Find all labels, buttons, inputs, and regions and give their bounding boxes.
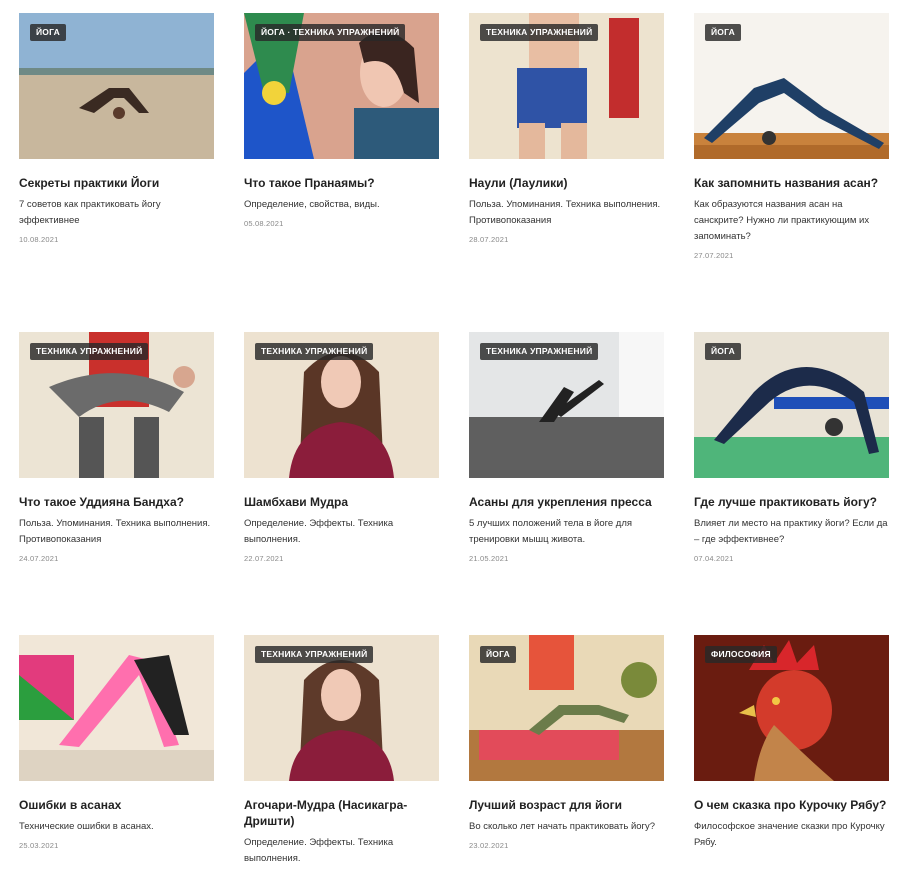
- article-card[interactable]: ЙОГА · ТЕХНИКА УПРАЖНЕНИЙ Что такое Пран…: [244, 13, 439, 228]
- article-card[interactable]: ФИЛОСОФИЯ О чем сказка про Курочку Рябу?…: [694, 635, 889, 857]
- article-description: Определение. Эффекты. Техника выполнения…: [244, 518, 394, 545]
- article-title[interactable]: Где лучше практиковать йогу?: [694, 494, 889, 510]
- article-date: 23.02.2021: [469, 841, 509, 850]
- article-title[interactable]: Что такое Уддияна Бандха?: [19, 494, 214, 510]
- category-badge[interactable]: ТЕХНИКА УПРАЖНЕНИЙ: [480, 24, 599, 41]
- article-date: 21.05.2021: [469, 554, 509, 563]
- article-image[interactable]: ТЕХНИКА УПРАЖНЕНИЙ: [244, 635, 439, 781]
- article-date: 27.07.2021: [694, 251, 734, 260]
- article-title[interactable]: Ошибки в асанах: [19, 797, 214, 813]
- article-card[interactable]: ЙОГА Где лучше практиковать йогу? Влияет…: [694, 332, 889, 563]
- article-date: 05.08.2021: [244, 219, 284, 228]
- article-description: Определение. Эффекты. Техника выполнения…: [244, 837, 394, 864]
- article-card[interactable]: Ошибки в асанах Технические ошибки в аса…: [19, 635, 214, 850]
- category-badge[interactable]: ЙОГА: [30, 24, 66, 41]
- category-badge[interactable]: ЙОГА · ТЕХНИКА УПРАЖНЕНИЙ: [255, 24, 406, 41]
- category-badge[interactable]: ТЕХНИКА УПРАЖНЕНИЙ: [480, 343, 599, 360]
- article-image[interactable]: ТЕХНИКА УПРАЖНЕНИЙ: [19, 332, 214, 478]
- article-title[interactable]: Агочари-Мудра (Насикагра-Дришти): [244, 797, 439, 829]
- article-image[interactable]: ЙОГА: [694, 332, 889, 478]
- article-image[interactable]: ТЕХНИКА УПРАЖНЕНИЙ: [244, 332, 439, 478]
- article-card[interactable]: ТЕХНИКА УПРАЖНЕНИЙ Агочари-Мудра (Насика…: [244, 635, 439, 873]
- articles-grid: ЙОГА Секреты практики Йоги 7 советов как…: [0, 0, 910, 864]
- article-description: Как образуются названия асан на санскрит…: [694, 199, 870, 242]
- article-title[interactable]: Секреты практики Йоги: [19, 175, 214, 191]
- article-card[interactable]: ЙОГА Секреты практики Йоги 7 советов как…: [19, 13, 214, 244]
- article-date: 28.07.2021: [469, 235, 509, 244]
- article-title[interactable]: Лучший возраст для йоги: [469, 797, 664, 813]
- article-description: 7 советов как практиковать йогу эффектив…: [19, 199, 161, 226]
- article-image[interactable]: ТЕХНИКА УПРАЖНЕНИЙ: [469, 332, 664, 478]
- article-card[interactable]: ЙОГА Как запомнить названия асан? Как об…: [694, 13, 889, 260]
- category-badge[interactable]: ЙОГА: [480, 646, 516, 663]
- category-badge[interactable]: ТЕХНИКА УПРАЖНЕНИЙ: [255, 646, 374, 663]
- article-image[interactable]: [19, 635, 214, 781]
- downward-dog-photo: [19, 635, 214, 781]
- article-description: Философское значение сказки про Курочку …: [694, 821, 885, 848]
- article-description: Определение, свойства, виды.: [244, 199, 380, 210]
- article-image[interactable]: ТЕХНИКА УПРАЖНЕНИЙ: [469, 13, 664, 159]
- article-card[interactable]: ЙОГА Лучший возраст для йоги Во сколько …: [469, 635, 664, 850]
- article-description: Во сколько лет начать практиковать йогу?: [469, 821, 656, 832]
- article-description: Технические ошибки в асанах.: [19, 821, 154, 832]
- category-badge[interactable]: ЙОГА: [705, 24, 741, 41]
- article-date: 25.03.2021: [19, 841, 59, 850]
- article-card[interactable]: ТЕХНИКА УПРАЖНЕНИЙ Асаны для укрепления …: [469, 332, 664, 563]
- article-title[interactable]: Как запомнить названия асан?: [694, 175, 889, 191]
- article-title[interactable]: Наули (Лаулики): [469, 175, 664, 191]
- article-title[interactable]: Шамбхави Мудра: [244, 494, 439, 510]
- article-card[interactable]: ТЕХНИКА УПРАЖНЕНИЙ Шамбхави Мудра Опреде…: [244, 332, 439, 563]
- article-title[interactable]: О чем сказка про Курочку Рябу?: [694, 797, 889, 813]
- category-badge[interactable]: ЙОГА: [705, 343, 741, 360]
- article-image[interactable]: ЙОГА: [469, 635, 664, 781]
- category-badge[interactable]: ФИЛОСОФИЯ: [705, 646, 777, 663]
- article-card[interactable]: ТЕХНИКА УПРАЖНЕНИЙ Наули (Лаулики) Польз…: [469, 13, 664, 244]
- article-image[interactable]: ЙОГА: [694, 13, 889, 159]
- article-description: 5 лучших положений тела в йоге для трени…: [469, 518, 633, 545]
- article-date: 07.04.2021: [694, 554, 734, 563]
- article-description: Польза. Упоминания. Техника выполнения. …: [19, 518, 211, 545]
- article-card[interactable]: ТЕХНИКА УПРАЖНЕНИЙ Что такое Уддияна Бан…: [19, 332, 214, 563]
- article-date: 10.08.2021: [19, 235, 59, 244]
- article-image[interactable]: ФИЛОСОФИЯ: [694, 635, 889, 781]
- article-date: 22.07.2021: [244, 554, 284, 563]
- article-title[interactable]: Что такое Пранаямы?: [244, 175, 439, 191]
- category-badge[interactable]: ТЕХНИКА УПРАЖНЕНИЙ: [30, 343, 149, 360]
- article-description: Влияет ли место на практику йоги? Если д…: [694, 518, 888, 545]
- category-badge[interactable]: ТЕХНИКА УПРАЖНЕНИЙ: [255, 343, 374, 360]
- article-image[interactable]: ЙОГА · ТЕХНИКА УПРАЖНЕНИЙ: [244, 13, 439, 159]
- article-title[interactable]: Асаны для укрепления пресса: [469, 494, 664, 510]
- article-date: 24.07.2021: [19, 554, 59, 563]
- article-image[interactable]: ЙОГА: [19, 13, 214, 159]
- article-description: Польза. Упоминания. Техника выполнения. …: [469, 199, 661, 226]
